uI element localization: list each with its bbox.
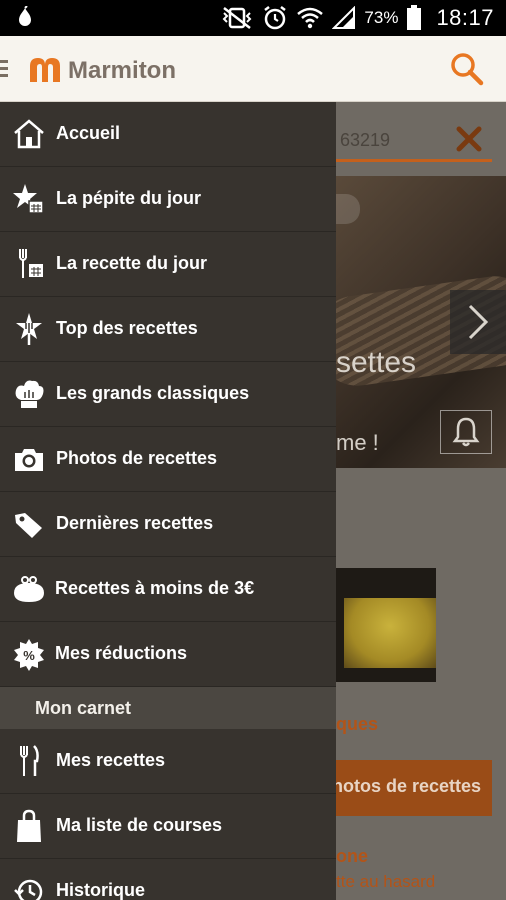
drawer-item-label: La pépite du jour <box>56 188 202 208</box>
recipe-thumbnail[interactable] <box>336 568 436 682</box>
drawer-item-recette-du-jour[interactable]: La recette du jour <box>0 232 336 297</box>
drawer-item-label: Les grands classiques <box>56 383 250 403</box>
percent-badge-icon: % <box>14 639 44 671</box>
shopping-bag-icon <box>17 809 41 842</box>
drawer-item-pepite[interactable]: La pépite du jour <box>0 167 336 232</box>
hero-subtitle: me ! <box>336 430 379 455</box>
drawer-item-label: La recette du jour <box>56 253 208 273</box>
drawer-item-label: Recettes à moins de 3€ <box>55 578 255 598</box>
cutlery-icon <box>20 745 39 776</box>
camera-icon <box>15 449 43 471</box>
wifi-icon <box>297 7 324 29</box>
recipe-photo <box>344 598 436 668</box>
chef-hat-icon <box>15 380 44 408</box>
drawer-item-photos[interactable]: Photos de recettes <box>0 427 336 492</box>
drawer-item-liste-courses[interactable]: Ma liste de courses <box>0 794 336 859</box>
marmiton-logo-icon <box>30 58 60 82</box>
drawer-item-mes-recettes[interactable]: Mes recettes <box>0 729 336 794</box>
section-link-2[interactable]: one <box>336 846 368 867</box>
drawer-section-header: Mon carnet <box>0 687 336 729</box>
drawer-item-label: Photos de recettes <box>56 448 218 468</box>
tag-icon <box>15 513 42 538</box>
drawer-item-historique[interactable]: Historique <box>0 859 336 900</box>
search-value: 63219 <box>340 130 391 150</box>
drawer-item-reductions[interactable]: % Mes réductions <box>0 622 336 687</box>
svg-text:%: % <box>23 648 35 663</box>
drawer-item-label: Accueil <box>56 123 121 143</box>
drawer-item-dernieres[interactable]: Dernières recettes <box>0 492 336 557</box>
search-field[interactable]: 63219 <box>336 122 492 162</box>
top-star-icon <box>16 313 42 345</box>
star-calendar-icon <box>13 184 44 214</box>
app-bar: Marmiton <box>0 36 506 102</box>
battery-icon <box>407 5 422 30</box>
purse-icon <box>14 576 44 602</box>
drawer-item-grands-classiques[interactable]: Les grands classiques <box>0 362 336 427</box>
next-slide-button[interactable] <box>450 290 506 354</box>
bell-icon <box>452 417 480 447</box>
app-notification-icon <box>19 6 31 26</box>
hero-banner[interactable]: settes me ! <box>336 176 506 468</box>
alarm-icon <box>264 6 287 30</box>
signal-icon <box>332 6 356 29</box>
clock: 18:17 <box>436 5 494 30</box>
battery-percentage: 73% <box>364 8 399 27</box>
drawer-item-moins-3-euros[interactable]: Recettes à moins de 3€ <box>0 557 336 622</box>
notification-button[interactable] <box>440 410 492 454</box>
fork-calendar-icon <box>19 249 43 278</box>
section-link[interactable]: ques <box>336 714 378 735</box>
house-icon <box>14 119 44 149</box>
drawer-item-label: Top des recettes <box>56 318 198 338</box>
chevron-right-icon <box>468 304 489 340</box>
drawer-item-label: Ma liste de courses <box>56 815 223 835</box>
drawer-item-top-recettes[interactable]: Top des recettes <box>0 297 336 362</box>
search-icon[interactable] <box>450 52 484 86</box>
vibrate-mute-icon <box>222 7 252 29</box>
drawer-item-label: Dernières recettes <box>56 513 214 533</box>
drawer-item-label: Mes réductions <box>55 643 188 663</box>
status-bar: 73% 18:17 <box>0 0 506 36</box>
clear-search-icon[interactable] <box>456 126 482 152</box>
section-title: Mon carnet <box>35 698 132 718</box>
navigation-drawer: Accueil La pépite du jour La recette du … <box>0 102 336 900</box>
app-title: Marmiton <box>68 57 176 84</box>
hero-chip <box>336 194 360 224</box>
history-icon <box>14 879 43 900</box>
photos-button[interactable]: hotos de recettes <box>330 760 492 816</box>
drawer-item-label: Mes recettes <box>56 750 166 770</box>
hero-title: settes <box>336 346 417 379</box>
drawer-item-label: Historique <box>56 880 146 900</box>
random-recipe-link[interactable]: tte au hasard <box>336 872 435 892</box>
drawer-item-accueil[interactable]: Accueil <box>0 102 336 167</box>
menu-toggle-icon[interactable] <box>0 60 8 78</box>
